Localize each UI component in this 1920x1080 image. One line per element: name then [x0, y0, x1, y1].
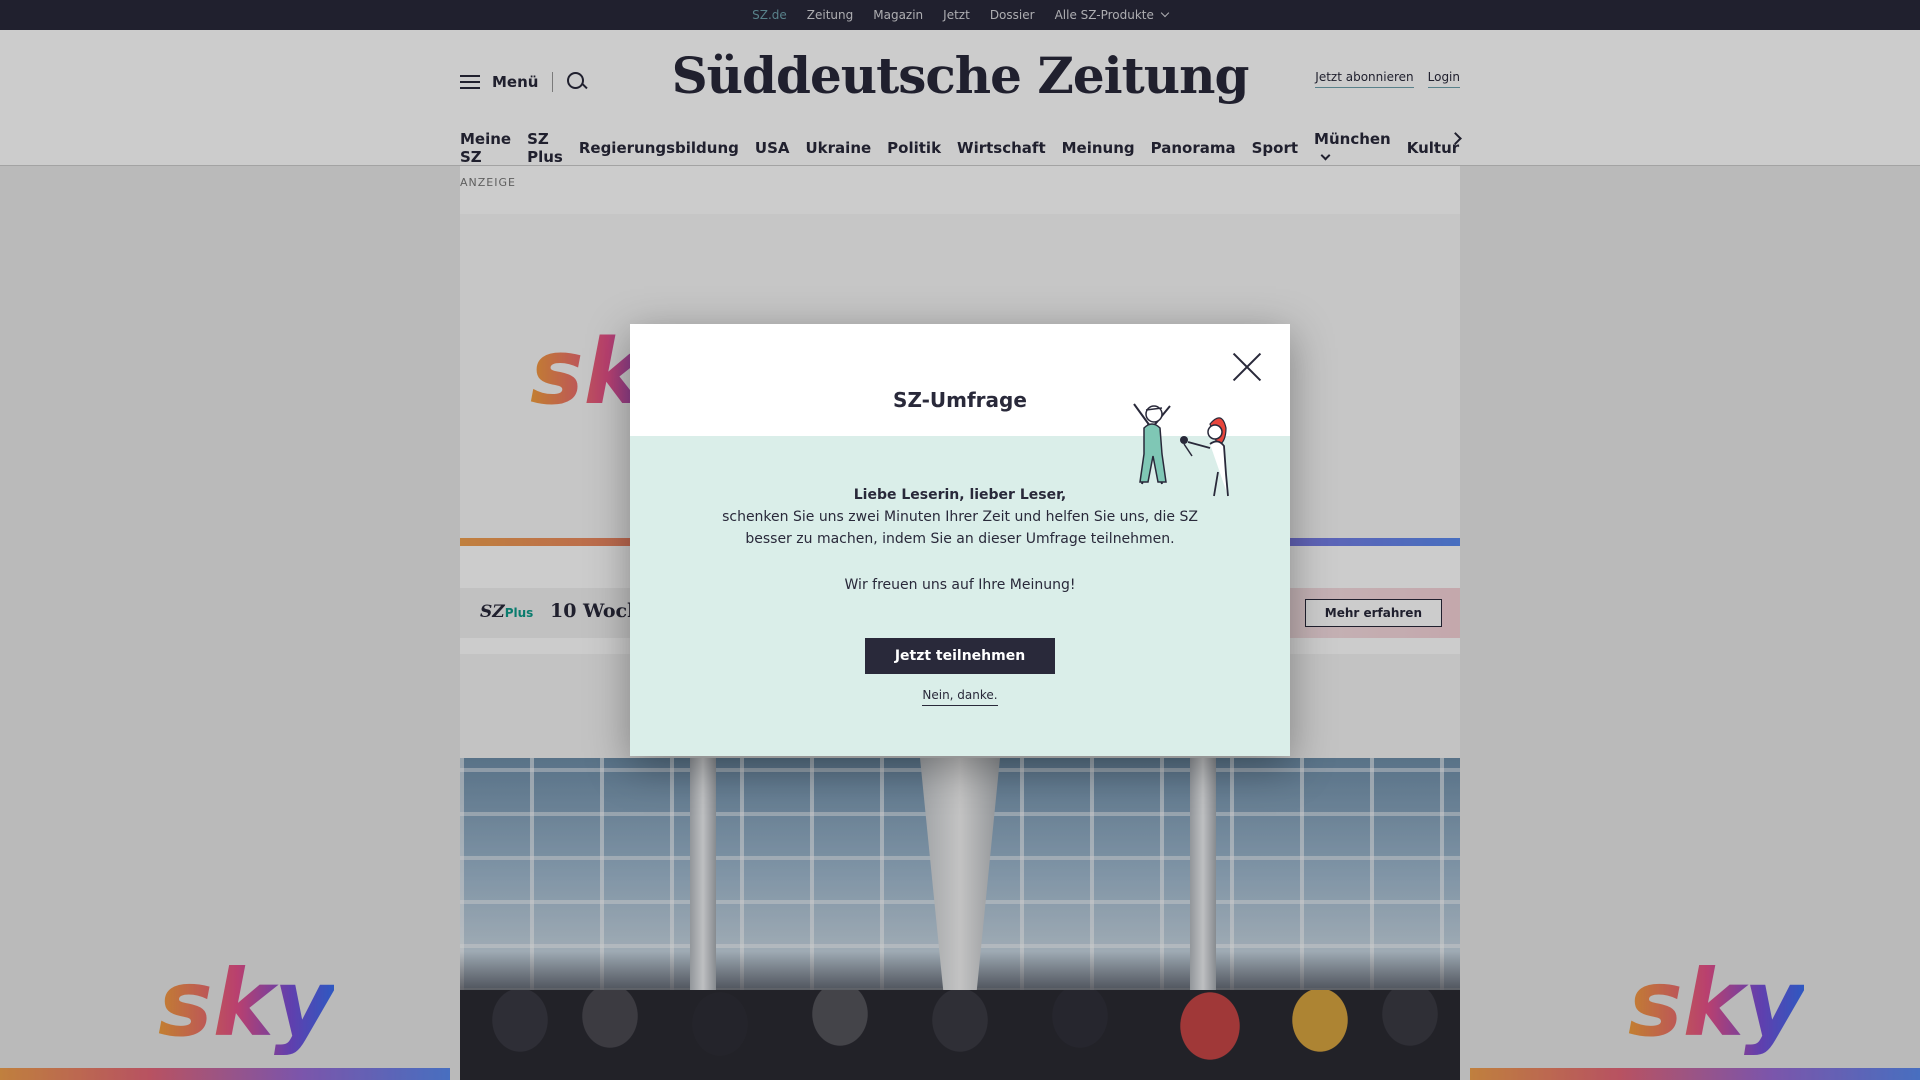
modal-body-line-1: schenken Sie uns zwei Minuten Ihrer Zeit… — [722, 509, 1198, 525]
modal-thanks: Wir freuen uns auf Ihre Meinung! — [844, 577, 1076, 593]
modal-greeting: Liebe Leserin, lieber Leser, — [853, 487, 1067, 503]
modal-body: Liebe Leserin, lieber Leser, schenken Si… — [630, 484, 1290, 596]
decline-link-row: Nein, danke. — [630, 688, 1290, 706]
survey-modal: SZ-Umfrage Liebe Leserin, lieber Leser, … — [630, 324, 1290, 756]
close-icon[interactable] — [1232, 352, 1262, 382]
participate-button[interactable]: Jetzt teilnehmen — [865, 638, 1055, 674]
modal-body-line-2: besser zu machen, indem Sie an dieser Um… — [745, 531, 1175, 547]
decline-link[interactable]: Nein, danke. — [922, 688, 998, 706]
